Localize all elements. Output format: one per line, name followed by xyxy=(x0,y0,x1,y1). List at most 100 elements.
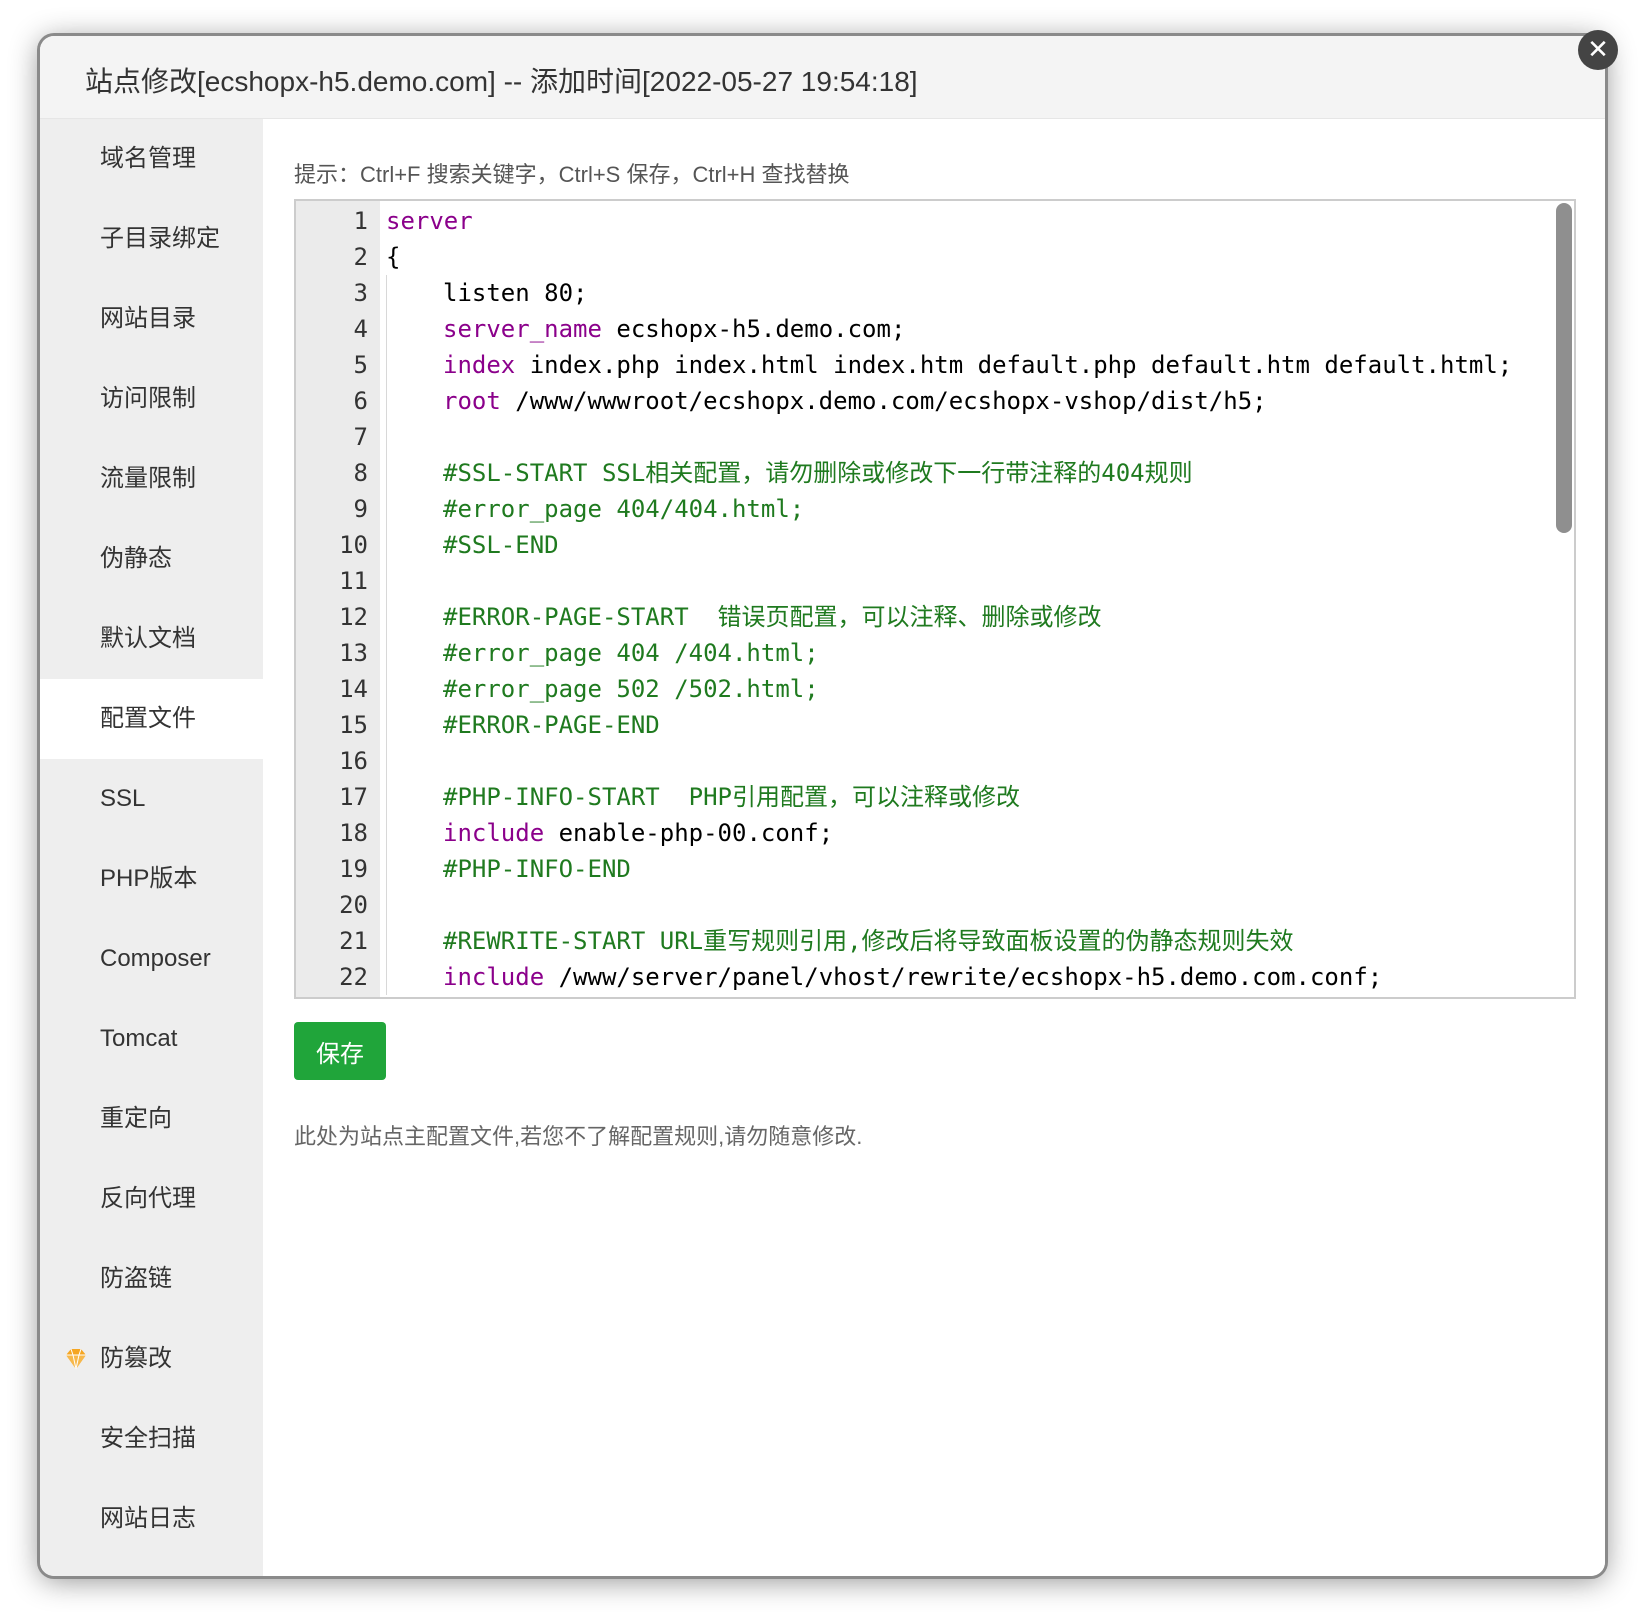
line-number: 11 xyxy=(339,567,368,595)
sidebar-item[interactable]: 配置文件 xyxy=(40,679,263,759)
code-text: #ERROR-PAGE-START 错误页配置，可以注释、删除或修改 xyxy=(386,599,1550,635)
code-text: #PHP-INFO-END xyxy=(386,851,1550,887)
code-text: include enable-php-00.conf; xyxy=(386,815,1550,851)
close-icon[interactable]: ✕ xyxy=(1578,30,1618,70)
indent-guide xyxy=(386,851,443,887)
sidebar-item[interactable]: 访问限制 xyxy=(40,359,263,439)
code-keyword: include xyxy=(443,963,545,991)
code-keyword: server xyxy=(386,207,473,235)
code-comment: #REWRITE-START URL重写规则引用,修改后将导致面板设置的伪静态规… xyxy=(443,927,1294,955)
sidebar-item[interactable]: 子目录绑定 xyxy=(40,199,263,279)
sidebar-item[interactable]: SSL xyxy=(40,759,263,839)
code-text: root /www/wwwroot/ecshopx.demo.com/ecsho… xyxy=(386,383,1550,419)
sidebar-item[interactable]: 重定向 xyxy=(40,1079,263,1159)
sidebar-item[interactable]: Composer xyxy=(40,919,263,999)
sidebar-item[interactable]: 网站日志 xyxy=(40,1479,263,1559)
sidebar-item-label: Tomcat xyxy=(100,1025,178,1052)
dialog-titlebar: 站点修改[ecshopx-h5.demo.com] -- 添加时间[2022-0… xyxy=(40,36,1605,119)
code-line: 18 include enable-php-00.conf; xyxy=(296,815,1574,851)
indent-guide xyxy=(386,311,443,347)
line-number: 2 xyxy=(353,243,368,271)
sidebar-item[interactable]: 安全扫描 xyxy=(40,1399,263,1479)
sidebar-item[interactable]: PHP版本 xyxy=(40,839,263,919)
code-text: index index.php index.html index.htm def… xyxy=(386,347,1550,383)
sidebar-item-label: 配置文件 xyxy=(100,705,196,732)
code-text: include /www/server/panel/vhost/rewrite/… xyxy=(386,959,1550,995)
code-line: 2{ xyxy=(296,239,1574,275)
sidebar-item-label: 子目录绑定 xyxy=(100,225,220,252)
code-text: server xyxy=(386,203,1550,239)
code-line: 13 #error_page 404 /404.html; xyxy=(296,635,1574,671)
sidebar-item-label: 伪静态 xyxy=(100,545,172,572)
code-line: 6 root /www/wwwroot/ecshopx.demo.com/ecsh… xyxy=(296,383,1574,419)
sidebar-item-label: 反向代理 xyxy=(100,1185,196,1212)
code-line: 8 #SSL-START SSL相关配置，请勿删除或修改下一行带注释的404规则 xyxy=(296,455,1574,491)
code-comment: #error_page 404/404.html; xyxy=(443,495,805,523)
code-text: { xyxy=(386,239,1550,275)
code-text xyxy=(386,419,1550,455)
code-plain: /www/server/panel/vhost/rewrite/ecshopx-… xyxy=(544,963,1383,991)
sidebar-item[interactable]: 域名管理 xyxy=(40,119,263,199)
line-number: 12 xyxy=(339,603,368,631)
code-line: 9 #error_page 404/404.html; xyxy=(296,491,1574,527)
indent-guide xyxy=(386,779,443,815)
code-text: #SSL-START SSL相关配置，请勿删除或修改下一行带注释的404规则 xyxy=(386,455,1550,491)
sidebar-item-label: 网站日志 xyxy=(100,1505,196,1532)
config-file-panel: 提示：Ctrl+F 搜索关键字，Ctrl+S 保存，Ctrl+H 查找替换 1s… xyxy=(294,119,1605,1576)
code-line: 20 xyxy=(296,887,1574,923)
line-number: 17 xyxy=(339,783,368,811)
sidebar-item-label: Composer xyxy=(100,945,211,972)
line-number: 20 xyxy=(339,891,368,919)
sidebar-item[interactable]: Tomcat xyxy=(40,999,263,1079)
code-plain: /www/wwwroot/ecshopx.demo.com/ecshopx-vs… xyxy=(500,387,1267,415)
line-number: 21 xyxy=(339,927,368,955)
editor-hint: 提示：Ctrl+F 搜索关键字，Ctrl+S 保存，Ctrl+H 查找替换 xyxy=(294,162,850,187)
sidebar-item-label: 安全扫描 xyxy=(100,1425,196,1452)
indent-guide xyxy=(386,455,443,491)
line-number: 19 xyxy=(339,855,368,883)
code-text: #error_page 502 /502.html; xyxy=(386,671,1550,707)
code-line: 7 xyxy=(296,419,1574,455)
code-plain: { xyxy=(386,243,401,271)
sidebar-item-label: PHP版本 xyxy=(100,865,198,892)
code-line: 12 #ERROR-PAGE-START 错误页配置，可以注释、删除或修改 xyxy=(296,599,1574,635)
sidebar-item[interactable]: 默认文档 xyxy=(40,599,263,679)
code-comment: #ERROR-PAGE-END xyxy=(443,711,660,739)
code-comment: #ERROR-PAGE-START 错误页配置，可以注释、删除或修改 xyxy=(443,603,1102,631)
gem-icon xyxy=(66,1348,86,1370)
line-number: 15 xyxy=(339,711,368,739)
sidebar-item[interactable]: 防盗链 xyxy=(40,1239,263,1319)
code-editor[interactable]: 1 server 2{3 listen 80; 4 server_name ecshopx… xyxy=(294,199,1576,999)
indent-guide xyxy=(386,923,443,959)
code-text: #SSL-END xyxy=(386,527,1550,563)
code-text: #error_page 404 /404.html; xyxy=(386,635,1550,671)
line-number: 5 xyxy=(353,351,368,379)
code-keyword: server_name xyxy=(443,315,602,343)
editor-scrollbar[interactable] xyxy=(1556,203,1572,533)
code-comment: #PHP-INFO-END xyxy=(443,855,631,883)
code-line: 16 xyxy=(296,743,1574,779)
config-warning-note: 此处为站点主配置文件,若您不了解配置规则,请勿随意修改. xyxy=(294,1124,863,1149)
sidebar-item[interactable]: 伪静态 xyxy=(40,519,263,599)
sidebar-item[interactable]: 网站目录 xyxy=(40,279,263,359)
indent-guide xyxy=(386,347,443,383)
code-text: #ERROR-PAGE-END xyxy=(386,707,1550,743)
code-text: server_name ecshopx-h5.demo.com; xyxy=(386,311,1550,347)
code-plain: enable-php-00.conf; xyxy=(544,819,834,847)
sidebar-item[interactable]: 流量限制 xyxy=(40,439,263,519)
sidebar-item[interactable]: 防篡改 xyxy=(40,1319,263,1399)
line-number: 13 xyxy=(339,639,368,667)
line-number: 6 xyxy=(353,387,368,415)
code-lines[interactable]: 1 server 2{3 listen 80; 4 server_name ecshopx… xyxy=(296,203,1574,995)
sidebar-item-label: 防盗链 xyxy=(100,1265,172,1292)
indent-guide xyxy=(386,599,443,635)
indent-guide xyxy=(386,959,443,995)
save-button[interactable]: 保存 xyxy=(294,1022,386,1080)
code-plain: ecshopx-h5.demo.com; xyxy=(601,315,906,343)
code-line: 21 #REWRITE-START URL重写规则引用,修改后将导致面板设置的伪静… xyxy=(296,923,1574,959)
line-number: 3 xyxy=(353,279,368,307)
sidebar-item-label: SSL xyxy=(100,785,146,812)
sidebar-item[interactable]: 反向代理 xyxy=(40,1159,263,1239)
indent-guide xyxy=(386,887,443,923)
code-keyword: include xyxy=(443,819,545,847)
